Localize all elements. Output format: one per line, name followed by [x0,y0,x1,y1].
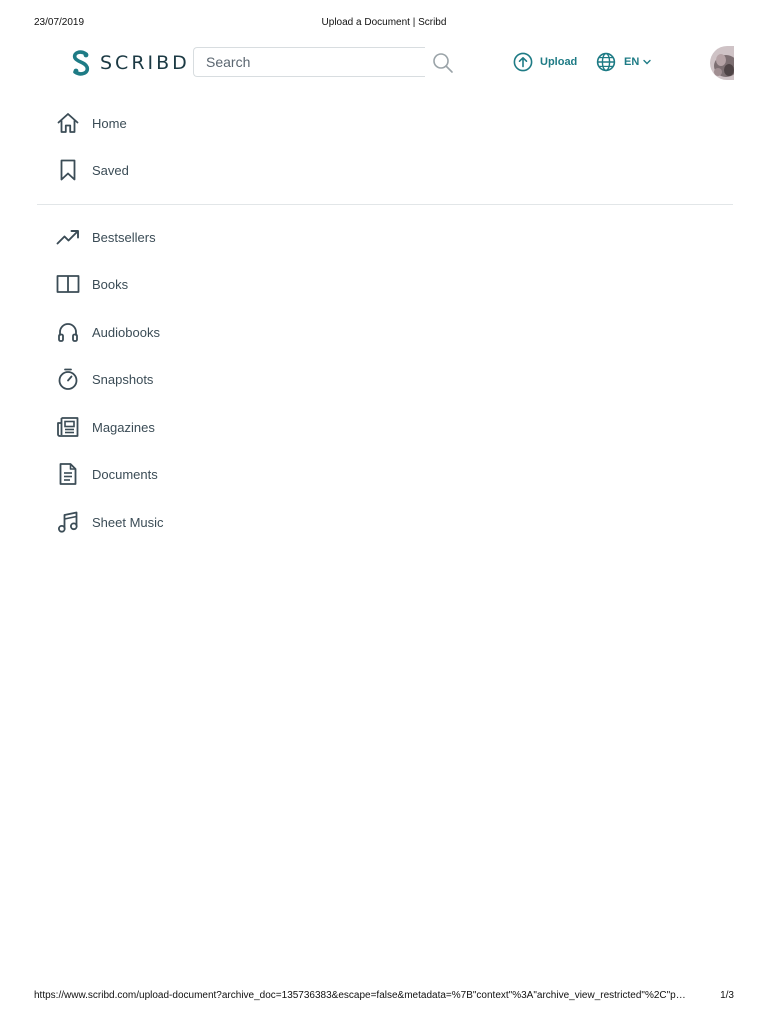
nav-label: Audiobooks [92,324,160,340]
upload-label: Upload [540,56,578,68]
trending-icon [56,225,80,249]
language-selector[interactable]: EN [596,52,651,72]
print-footer: https://www.scribd.com/upload-document?a… [34,990,734,1004]
print-page-number: 1/3 [720,990,734,1001]
print-page-title: Upload a Document | Scribd [321,17,447,28]
nav-label: Documents [92,466,158,482]
nav-label: Snapshots [92,371,154,387]
logo-wordmark: SCRIBD [100,52,190,74]
nav-item-snapshots[interactable]: Snapshots [56,366,153,392]
nav-divider [37,204,733,205]
print-url: https://www.scribd.com/upload-document?a… [34,990,686,1001]
book-icon [56,272,80,296]
document-icon [56,462,80,486]
upload-button[interactable]: Upload [513,52,577,72]
nav-item-documents[interactable]: Documents [56,461,158,487]
stopwatch-icon [56,367,80,391]
nav-item-home[interactable]: Home [56,110,127,136]
nav-label: Magazines [92,419,155,435]
magazine-icon [56,415,80,439]
nav-label: Saved [92,162,129,178]
nav-label: Home [92,115,127,131]
search-button[interactable] [430,50,456,76]
nav-item-audiobooks[interactable]: Audiobooks [56,319,160,345]
nav-item-books[interactable]: Books [56,271,128,297]
language-label: EN [624,56,640,68]
search-input[interactable] [193,47,425,77]
scribd-logo-icon [72,50,90,76]
print-header: 23/07/2019 Upload a Document | Scribd [34,17,734,31]
upload-icon [513,52,533,72]
chevron-down-icon [643,59,651,65]
user-avatar[interactable] [710,46,734,80]
search-icon [433,53,453,73]
globe-icon [596,52,616,72]
nav-item-saved[interactable]: Saved [56,157,129,183]
headphones-icon [56,320,80,344]
nav-item-bestsellers[interactable]: Bestsellers [56,224,156,250]
scribd-logo[interactable]: SCRIBD [70,49,190,77]
nav-label: Books [92,276,129,292]
avatar-image [710,46,734,80]
nav-label: Sheet Music [92,514,164,530]
top-navigation-bar: SCRIBD Upload EN [0,44,768,82]
music-note-icon [56,510,80,534]
home-icon [56,111,80,135]
nav-label: Bestsellers [92,229,156,245]
nav-item-magazines[interactable]: Magazines [56,414,155,440]
bookmark-icon [56,158,80,182]
nav-item-sheet-music[interactable]: Sheet Music [56,509,164,535]
